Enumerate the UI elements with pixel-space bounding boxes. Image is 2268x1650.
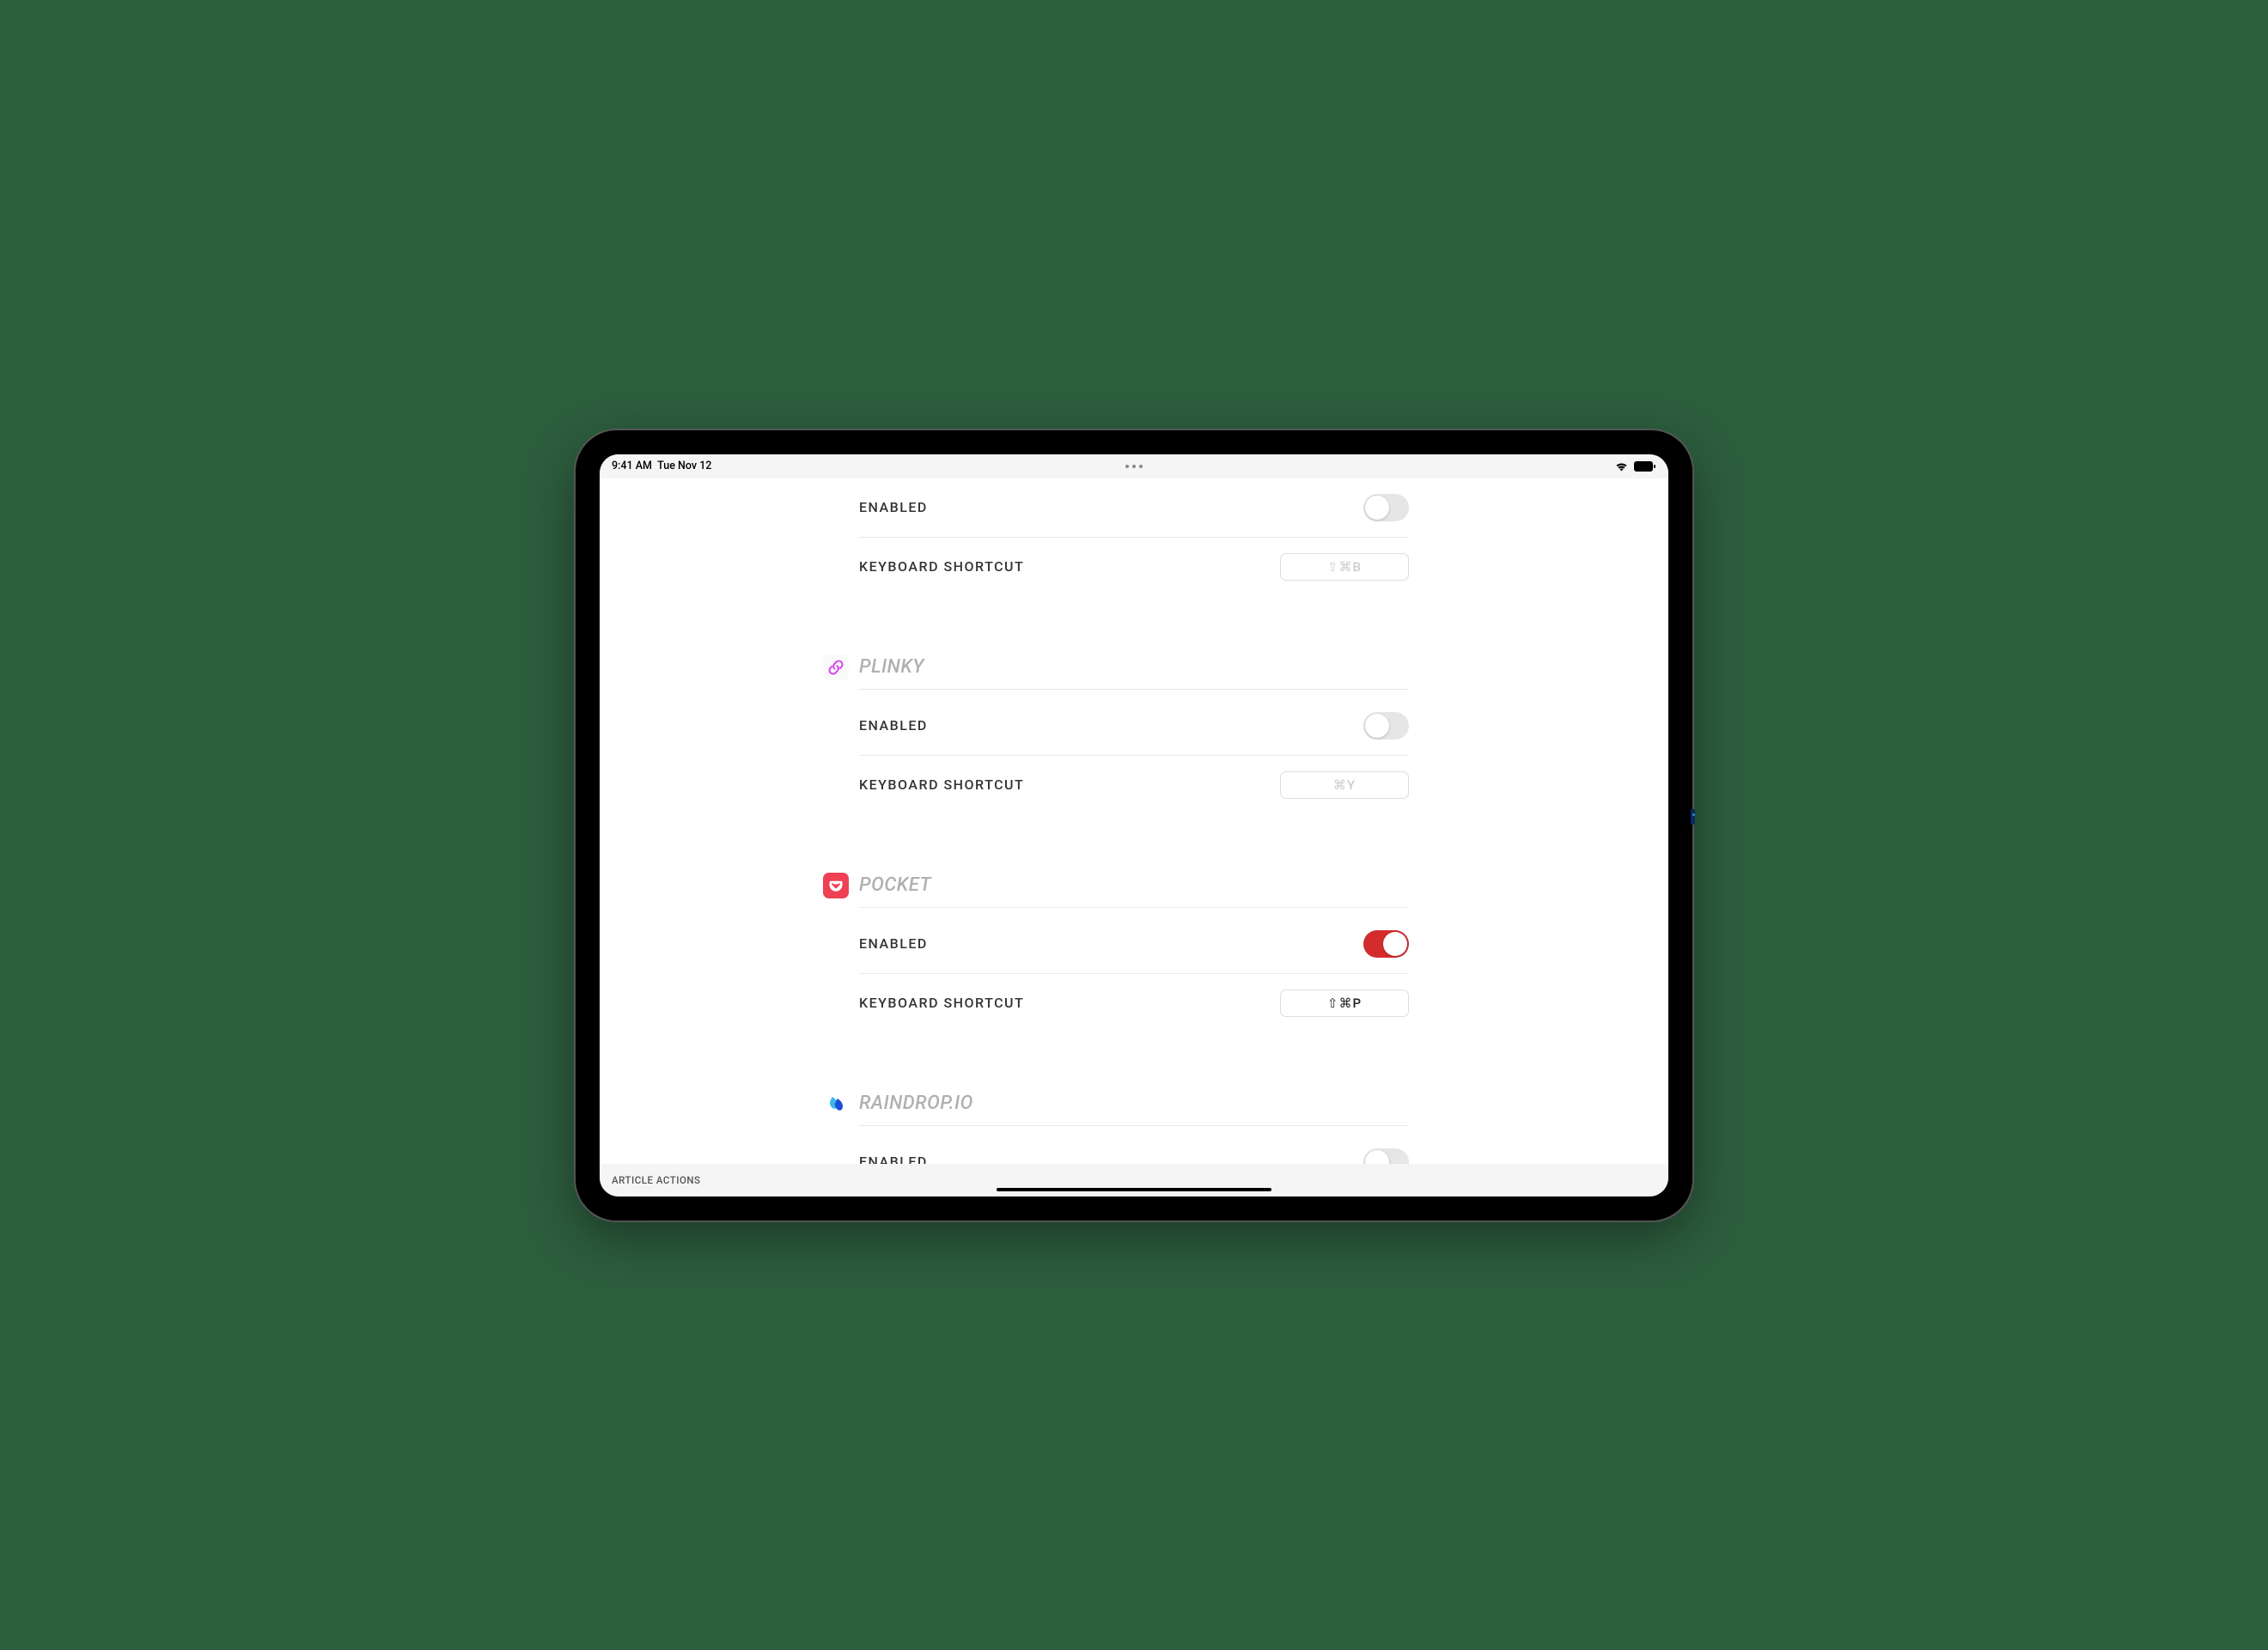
status-date: Tue Nov 12 [657,460,711,472]
enabled-label: ENABLED [859,717,928,734]
battery-icon [1634,461,1656,472]
row-enabled: ENABLED [859,478,1409,538]
enabled-label: ENABLED [859,499,928,515]
status-bar: 9:41 AM Tue Nov 12 [600,454,1668,478]
row-keyboard-shortcut: KEYBOARD SHORTCUT ⇧⌘B [859,538,1409,596]
wifi-icon [1614,461,1629,472]
enabled-label: ENABLED [859,1154,928,1164]
enabled-toggle[interactable] [1363,494,1409,521]
row-keyboard-shortcut: KEYBOARD SHORTCUT ⇧⌘P [859,974,1409,1032]
section-pocket: POCKET ENABLED KEYBOARD SHORTCUT ⇧⌘P [850,873,1418,1032]
screen: 9:41 AM Tue Nov 12 ENABLED KEYBOARD SHOR… [600,454,1668,1196]
section-title: RAINDROP.IO [859,1093,973,1114]
shortcut-label: KEYBOARD SHORTCUT [859,995,1024,1011]
shortcut-field[interactable]: ⇧⌘B [1280,553,1409,581]
shortcut-label: KEYBOARD SHORTCUT [859,558,1024,575]
row-enabled: ENABLED [859,697,1409,756]
settings-content[interactable]: ENABLED KEYBOARD SHORTCUT ⇧⌘B PLINKY ENA… [600,478,1668,1164]
status-time-date: 9:41 AM Tue Nov 12 [612,460,711,472]
section-header-plinky: PLINKY [859,655,1409,690]
shortcut-field[interactable]: ⇧⌘P [1280,989,1409,1017]
bottom-bar: ARTICLE ACTIONS [600,1164,1668,1196]
plinky-icon [823,655,849,680]
section-previous: ENABLED KEYBOARD SHORTCUT ⇧⌘B [850,478,1418,596]
section-raindrop: RAINDROP.IO ENABLED KEYBOARD SHORTCUT ⇧⌘… [850,1091,1418,1164]
device-side-button [1691,809,1695,825]
status-time: 9:41 AM [612,460,652,472]
row-enabled: ENABLED [859,915,1409,974]
enabled-toggle[interactable] [1363,712,1409,740]
row-enabled: ENABLED [859,1133,1409,1164]
pocket-icon [823,873,849,898]
bottom-bar-label: ARTICLE ACTIONS [612,1174,701,1186]
status-right [1614,461,1656,472]
home-indicator[interactable] [997,1188,1271,1191]
section-header-raindrop: RAINDROP.IO [859,1091,1409,1126]
row-keyboard-shortcut: KEYBOARD SHORTCUT ⌘Y [859,756,1409,814]
raindrop-icon [823,1091,849,1117]
section-title: POCKET [859,874,931,896]
multitasking-dots[interactable] [1125,465,1143,468]
ipad-device-frame: 9:41 AM Tue Nov 12 ENABLED KEYBOARD SHOR… [576,430,1692,1221]
enabled-toggle[interactable] [1363,1148,1409,1164]
section-plinky: PLINKY ENABLED KEYBOARD SHORTCUT ⌘Y [850,655,1418,814]
enabled-label: ENABLED [859,935,928,952]
section-header-pocket: POCKET [859,873,1409,908]
section-title: PLINKY [859,656,924,678]
enabled-toggle[interactable] [1363,930,1409,958]
shortcut-label: KEYBOARD SHORTCUT [859,776,1024,793]
shortcut-field[interactable]: ⌘Y [1280,771,1409,799]
